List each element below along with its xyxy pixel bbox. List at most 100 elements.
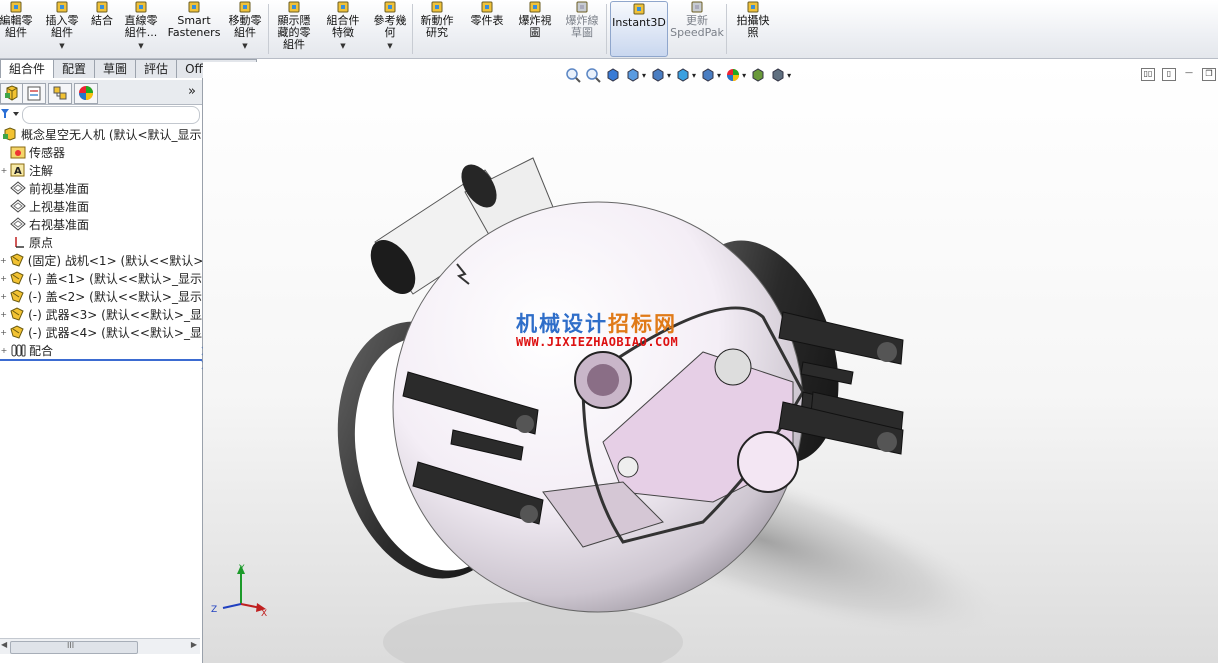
linear-component-pattern-icon <box>135 1 147 13</box>
zoom-to-fit-icon[interactable] <box>565 67 581 83</box>
minimize-icon[interactable]: — <box>1183 68 1195 79</box>
tree-item-label: 配合 <box>29 343 54 358</box>
tree-expander[interactable]: + <box>0 166 8 175</box>
view-orientation-icon[interactable] <box>650 67 666 83</box>
tab-assembly[interactable]: 組合件 <box>0 59 55 78</box>
scroll-left-arrow-icon[interactable]: ◀ <box>1 640 7 649</box>
instant3d-button[interactable]: Instant3D <box>610 1 668 57</box>
filter-icon[interactable] <box>0 108 24 120</box>
tree-item-annotations[interactable]: + A 注解 <box>0 161 202 179</box>
triad-y-label: Y <box>238 564 245 574</box>
show-hidden-components-button[interactable]: 顯示隱 藏的零 組件 <box>271 0 317 58</box>
tab-sketch[interactable]: 草圖 <box>94 59 137 78</box>
chevron-down-icon[interactable]: ▾ <box>667 71 671 80</box>
part-icon <box>10 325 24 339</box>
tree-item-top-plane[interactable]: 上视基准面 <box>0 197 202 215</box>
tree-item-label: (-) 盖<2> (默认<<默认>_显示 <box>28 289 202 304</box>
tab-evaluate[interactable]: 評估 <box>135 59 178 78</box>
chevron-down-icon[interactable]: ▼ <box>138 40 143 52</box>
feature-manager-tab[interactable] <box>0 83 24 104</box>
chevron-down-icon[interactable]: ▼ <box>59 40 64 52</box>
tab-configuration[interactable]: 配置 <box>53 59 96 78</box>
assembly-features-button[interactable]: 組合件 特徵 ▼ <box>320 0 366 58</box>
previous-view-icon[interactable] <box>605 67 621 83</box>
link-views-icon[interactable]: ▯ <box>1162 68 1176 81</box>
mate-icon <box>96 1 108 13</box>
smart-fasteners-button[interactable]: Smart Fasteners <box>168 0 220 58</box>
tree-item-weapon-4[interactable]: + (-) 武器<4> (默认<<默认>_显 <box>0 323 202 341</box>
move-component-button[interactable]: 移動零 組件 ▼ <box>222 0 268 58</box>
scroll-right-arrow-icon[interactable]: ▶ <box>191 640 197 649</box>
tree-expander[interactable]: + <box>0 256 7 265</box>
reference-geometry-button[interactable]: 參考幾 何 ▼ <box>368 0 412 58</box>
ribbon-separator <box>268 4 269 54</box>
tree-item-sensors[interactable]: 传感器 <box>0 143 202 161</box>
ribbon-button-label: 零件表 <box>470 14 504 27</box>
restore-icon[interactable]: ❐ <box>1202 68 1216 81</box>
section-view-icon[interactable] <box>625 67 641 83</box>
split-view-icon[interactable]: ▯▯ <box>1141 68 1155 81</box>
watermark-url: WWW.JIXIEZHAOBIAO.COM <box>516 335 679 349</box>
tree-item-weapon-3[interactable]: + (-) 武器<3> (默认<<默认>_显 <box>0 305 202 323</box>
tree-item-mates[interactable]: + 配合 <box>0 341 202 361</box>
exploded-view-button[interactable]: 爆炸視 圖 <box>514 0 556 58</box>
insert-components-icon <box>56 1 68 13</box>
explode-line-sketch-button[interactable]: 爆炸線 草圖 <box>560 0 604 58</box>
linear-component-pattern-button[interactable]: 直線零 組件... ▼ <box>118 0 164 58</box>
tree-item-label: (固定) 战机<1> (默认<<默认>_ <box>27 253 202 268</box>
display-style-icon[interactable] <box>675 67 691 83</box>
chevron-down-icon[interactable]: ▼ <box>242 40 247 52</box>
zoom-area-icon[interactable] <box>585 67 601 83</box>
tree-item-front-plane[interactable]: 前视基准面 <box>0 179 202 197</box>
tree-horizontal-scrollbar[interactable]: ◀ III ▶ <box>0 638 200 654</box>
viewport-window-controls: ▯▯ ▯ — ❐ <box>1141 68 1216 81</box>
chevron-down-icon[interactable]: ▼ <box>387 40 392 52</box>
chevron-down-icon[interactable]: ▾ <box>742 71 746 80</box>
tree-expander[interactable]: + <box>0 328 7 337</box>
instant3d-icon <box>633 3 645 15</box>
mate-button[interactable]: 結合 <box>88 0 116 58</box>
tree-item-cover-1[interactable]: + (-) 盖<1> (默认<<默认>_显示 <box>0 269 202 287</box>
apply-scene-icon[interactable] <box>750 67 766 83</box>
tree-expander[interactable]: + <box>0 346 8 355</box>
chevron-down-icon[interactable]: ▼ <box>340 40 345 52</box>
chevron-down-icon[interactable]: ▾ <box>787 71 791 80</box>
tree-filter-input[interactable] <box>22 106 200 124</box>
triad-z-label: Z <box>211 605 217 615</box>
new-motion-study-button[interactable]: 新動作 研究 <box>416 0 458 58</box>
tree-item-label: 上视基准面 <box>29 199 90 214</box>
tree-expander[interactable]: + <box>0 274 7 283</box>
tree-item-right-plane[interactable]: 右视基准面 <box>0 215 202 233</box>
tree-expander[interactable]: + <box>0 310 7 319</box>
drone-model-render[interactable] <box>203 62 1218 663</box>
panel-expand-more-button[interactable]: » <box>188 84 196 99</box>
tree-item-cover-2[interactable]: + (-) 盖<2> (默认<<默认>_显示 <box>0 287 202 305</box>
ribbon-button-label: 新動作 研究 <box>420 14 454 39</box>
scrollbar-thumb[interactable]: III <box>10 641 138 654</box>
update-speedpak-button[interactable]: 更新 SpeedPak <box>668 0 726 58</box>
take-snapshot-button[interactable]: 拍攝快 照 <box>730 0 776 58</box>
tree-item-origin[interactable]: 原点 <box>0 233 202 251</box>
graphics-viewport[interactable]: 机械设计招标网 WWW.JIXIEZHAOBIAO.COM ▾ ▾ ▾ ▾ ▾ ▾ ▯▯ … <box>203 62 1218 663</box>
plane-icon <box>10 217 26 231</box>
insert-components-button[interactable]: 插入零 組件 ▼ <box>40 0 84 58</box>
tree-root-assembly[interactable]: 概念星空无人机 (默认<默认_显示状 <box>0 125 202 143</box>
ribbon-button-label: 結合 <box>91 14 113 27</box>
property-manager-tab[interactable] <box>22 83 46 104</box>
configuration-manager-tab[interactable] <box>48 83 72 104</box>
tree-expander[interactable]: + <box>0 292 7 301</box>
edit-appearance-icon[interactable] <box>725 67 741 83</box>
chevron-down-icon[interactable]: ▾ <box>717 71 721 80</box>
chevron-down-icon[interactable]: ▾ <box>642 71 646 80</box>
plane-icon <box>10 199 26 213</box>
bill-of-materials-button[interactable]: 零件表 <box>466 0 508 58</box>
display-manager-tab[interactable] <box>74 83 98 104</box>
edit-component-button[interactable]: 編輯零 組件 <box>0 0 37 58</box>
tree-item-fighter-1[interactable]: + (固定) 战机<1> (默认<<默认>_ <box>0 251 202 269</box>
view-settings-icon[interactable] <box>770 67 786 83</box>
chevron-down-icon[interactable]: ▾ <box>692 71 696 80</box>
hide-show-icon[interactable] <box>700 67 716 83</box>
ribbon-button-label: 移動零 組件 <box>228 14 262 39</box>
reference-geometry-icon <box>384 1 396 13</box>
new-motion-study-icon <box>431 1 443 13</box>
